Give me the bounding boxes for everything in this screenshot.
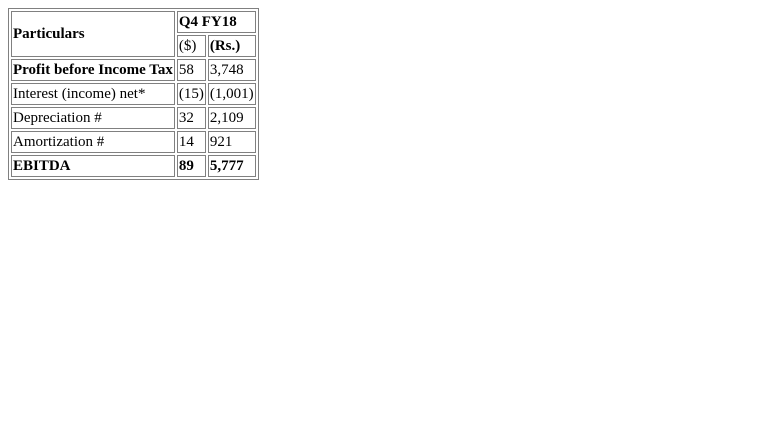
usd-value: 89 [176, 155, 206, 177]
table-row: Depreciation # 32 2,109 [11, 107, 256, 129]
particulars-header: Particulars [11, 11, 175, 57]
table-row: Amortization # 14 921 [11, 131, 256, 153]
usd-value: 32 [176, 107, 206, 129]
row-label: EBITDA [11, 155, 175, 177]
inr-value: 5,777 [207, 155, 256, 177]
table-row-total: EBITDA 89 5,777 [11, 155, 256, 177]
usd-value: (15) [176, 83, 206, 105]
table-row: Profit before Income Tax 58 3,748 [11, 59, 256, 81]
inr-value: 921 [207, 131, 256, 153]
header-row: Particulars Q4 FY18 [11, 11, 256, 57]
inr-value: 3,748 [207, 59, 256, 81]
usd-value: 14 [176, 131, 206, 153]
usd-column-header: ($) [176, 35, 206, 57]
period-header: Q4 FY18 [176, 11, 256, 33]
usd-value: 58 [176, 59, 206, 81]
inr-column-header: (Rs.) [207, 35, 256, 57]
row-label: Interest (income) net* [11, 83, 175, 105]
row-label: Amortization # [11, 131, 175, 153]
inr-value: (1,001) [207, 83, 256, 105]
table-row: Interest (income) net* (15) (1,001) [11, 83, 256, 105]
inr-value: 2,109 [207, 107, 256, 129]
ebitda-table: Particulars Q4 FY18 ($) (Rs.) Profit bef… [8, 8, 259, 180]
row-label: Profit before Income Tax [11, 59, 175, 81]
row-label: Depreciation # [11, 107, 175, 129]
